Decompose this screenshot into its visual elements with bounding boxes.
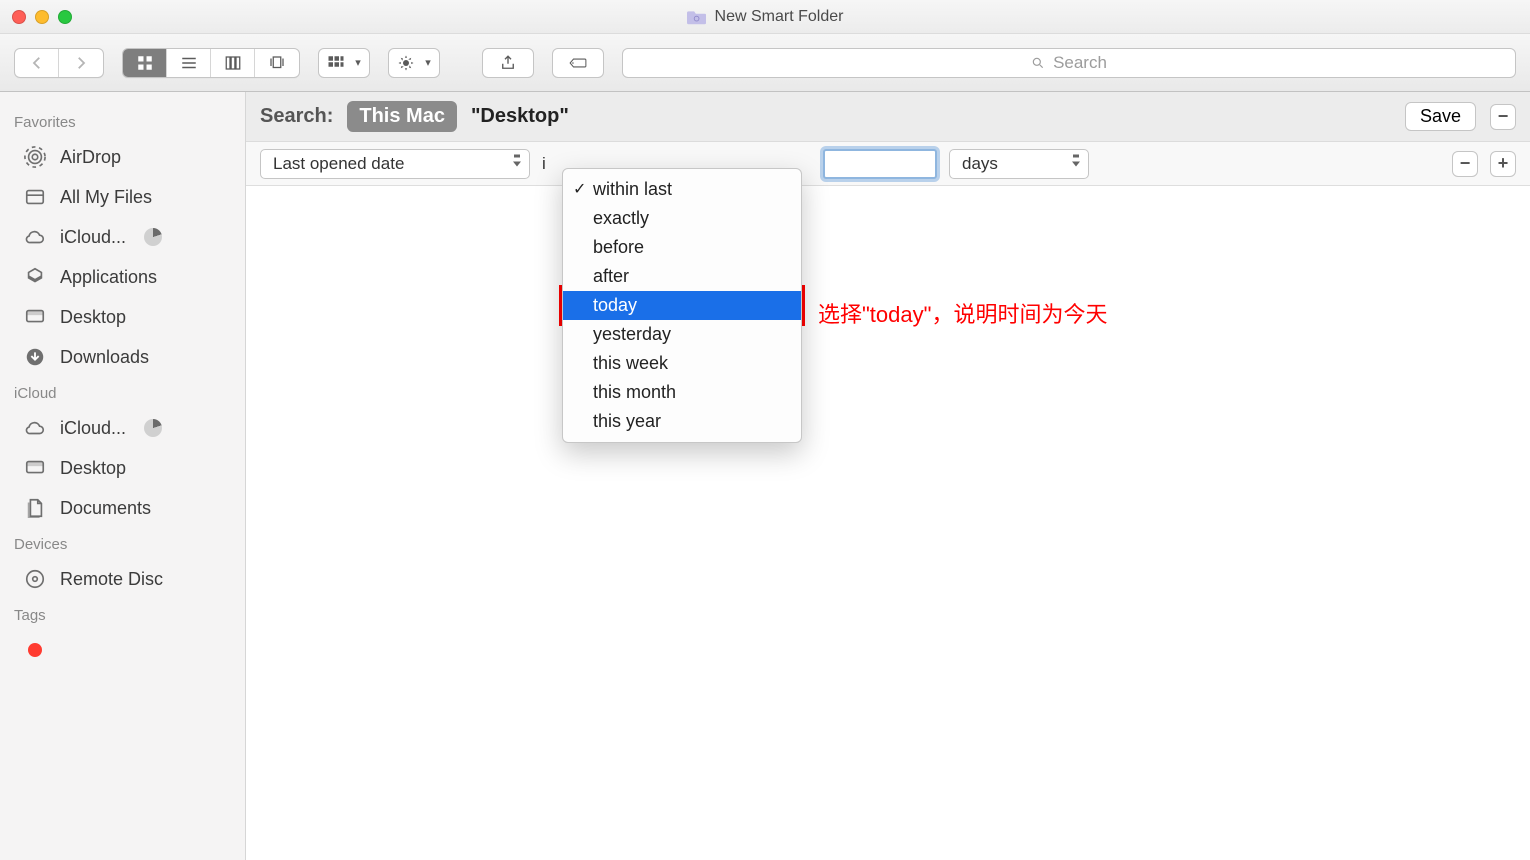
sidebar-section-title: Devices	[0, 528, 245, 559]
sidebar-item-remote-disc[interactable]: Remote Disc	[0, 559, 245, 599]
sidebar-item-label: Documents	[60, 498, 151, 519]
search-icon	[1031, 56, 1045, 70]
dropdown-item-this-year[interactable]: this year	[563, 407, 801, 436]
documents-icon	[22, 497, 48, 519]
list-view-button[interactable]	[167, 49, 211, 77]
sidebar-item-icloud-[interactable]: iCloud...	[0, 217, 245, 257]
sidebar-item-label: All My Files	[60, 187, 152, 208]
sidebar-item-applications[interactable]: Applications	[0, 257, 245, 297]
sidebar-section-title: Favorites	[0, 106, 245, 137]
sidebar-section-title: iCloud	[0, 377, 245, 408]
arrange-button[interactable]: ▾	[318, 48, 370, 78]
sidebar-item-desktop[interactable]: Desktop	[0, 297, 245, 337]
toolbar: ▾ ▾ Search	[0, 34, 1530, 92]
tags-button[interactable]	[552, 48, 604, 78]
main-content: Search: This Mac "Desktop" Save − Last o…	[246, 92, 1530, 860]
dropdown-item-within-last[interactable]: within last	[563, 175, 801, 204]
search-field[interactable]: Search	[622, 48, 1516, 78]
sidebar-item-label: AirDrop	[60, 147, 121, 168]
search-placeholder: Search	[1053, 53, 1107, 73]
apps-icon	[22, 266, 48, 288]
sidebar-item-airdrop[interactable]: AirDrop	[0, 137, 245, 177]
remove-criteria-button[interactable]: −	[1490, 104, 1516, 130]
icon-view-button[interactable]	[123, 49, 167, 77]
dropdown-item-exactly[interactable]: exactly	[563, 204, 801, 233]
column-view-button[interactable]	[211, 49, 255, 77]
chevron-down-icon: ▾	[425, 56, 431, 69]
dropdown-item-this-month[interactable]: this month	[563, 378, 801, 407]
back-button[interactable]	[15, 49, 59, 77]
scope-location[interactable]: "Desktop"	[471, 105, 569, 128]
sidebar-item-label: Downloads	[60, 347, 149, 368]
remove-row-button[interactable]: −	[1452, 151, 1478, 177]
cloud-icon	[22, 226, 48, 248]
dropdown-item-after[interactable]: after	[563, 262, 801, 291]
sync-progress-icon	[144, 419, 162, 437]
dropdown-item-today[interactable]: today	[563, 291, 801, 320]
criteria-row: Last opened date i days − +	[246, 142, 1530, 186]
condition-dropdown[interactable]: within lastexactlybeforeaftertodayyester…	[562, 168, 802, 443]
scope-this-mac[interactable]: This Mac	[347, 101, 457, 132]
desktop-icon	[22, 457, 48, 479]
search-scope-bar: Search: This Mac "Desktop" Save −	[246, 92, 1530, 142]
attribute-select-value: Last opened date	[273, 154, 404, 174]
sidebar-item-all-my-files[interactable]: All My Files	[0, 177, 245, 217]
allfiles-icon	[22, 186, 48, 208]
coverflow-view-button[interactable]	[255, 49, 299, 77]
cloud-icon	[22, 417, 48, 439]
titlebar: New Smart Folder	[0, 0, 1530, 34]
sidebar-item-label: Desktop	[60, 307, 126, 328]
desktop-icon	[22, 306, 48, 328]
sync-progress-icon	[144, 228, 162, 246]
tag-red-icon	[22, 639, 48, 661]
sidebar-item-tag-red[interactable]	[0, 630, 245, 670]
downloads-icon	[22, 346, 48, 368]
window-title: New Smart Folder	[0, 8, 1530, 26]
dropdown-item-yesterday[interactable]: yesterday	[563, 320, 801, 349]
search-label: Search:	[260, 105, 333, 128]
disc-icon	[22, 568, 48, 590]
add-row-button[interactable]: +	[1490, 151, 1516, 177]
unit-select-value: days	[962, 154, 998, 174]
number-input[interactable]	[823, 149, 937, 179]
sidebar-item-label: iCloud...	[60, 418, 126, 439]
sidebar-item-documents[interactable]: Documents	[0, 488, 245, 528]
airdrop-icon	[22, 146, 48, 168]
sidebar-section-title: Tags	[0, 599, 245, 630]
smart-folder-icon	[687, 9, 707, 25]
sidebar-item-icloud-[interactable]: iCloud...	[0, 408, 245, 448]
window-title-text: New Smart Folder	[715, 8, 844, 26]
sidebar-item-label: Desktop	[60, 458, 126, 479]
is-label: i	[542, 154, 543, 174]
sidebar-item-label: iCloud...	[60, 227, 126, 248]
action-button[interactable]: ▾	[388, 48, 440, 78]
sidebar-item-desktop[interactable]: Desktop	[0, 448, 245, 488]
chevron-down-icon: ▾	[355, 56, 361, 69]
sidebar-item-downloads[interactable]: Downloads	[0, 337, 245, 377]
share-button[interactable]	[482, 48, 534, 78]
save-button[interactable]: Save	[1405, 102, 1476, 131]
sidebar: Favorites AirDrop All My Files iCloud... App…	[0, 92, 246, 860]
sidebar-item-label: Remote Disc	[60, 569, 163, 590]
unit-select[interactable]: days	[949, 149, 1089, 179]
forward-button[interactable]	[59, 49, 103, 77]
annotation-text: 选择"today"，说明时间为今天	[818, 297, 1107, 329]
nav-group	[14, 48, 104, 78]
sidebar-item-label: Applications	[60, 267, 157, 288]
attribute-select[interactable]: Last opened date	[260, 149, 530, 179]
dropdown-item-before[interactable]: before	[563, 233, 801, 262]
dropdown-item-this-week[interactable]: this week	[563, 349, 801, 378]
view-mode-group	[122, 48, 300, 78]
